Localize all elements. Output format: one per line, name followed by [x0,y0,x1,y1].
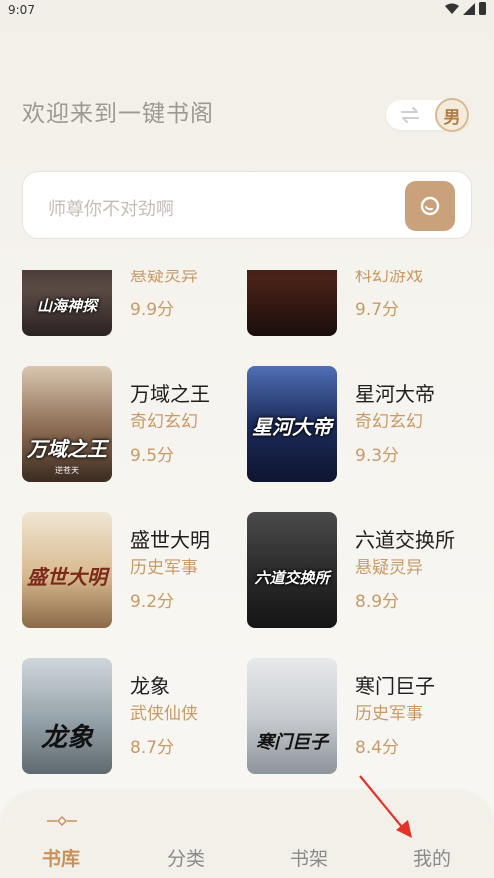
cover-title: 星河大帝 [252,415,332,439]
tab-category[interactable]: 分类 [156,844,216,871]
status-bar: 9:07 [0,0,494,22]
book-score: 8.7分 [130,738,175,758]
annotation-arrow [359,775,412,838]
tab-bookshelf[interactable]: 书架 [279,844,339,871]
book-item[interactable]: 龙象 龙象 武侠仙侠 8.7分 [22,658,252,776]
cover-title: 山海神探 [36,297,97,315]
status-time: 9:07 [8,3,35,17]
signal-icon [463,2,475,15]
gender-toggle[interactable]: 男 [386,98,470,132]
book-cover [247,270,337,336]
cover-title: 龙象 [40,723,93,753]
tab-mine[interactable]: 我的 [402,844,462,871]
search-input[interactable]: 师尊你不对劲啊 [48,195,174,221]
book-cover: 星河大帝 [247,366,337,482]
book-title: 星河大帝 [355,382,435,406]
book-title: 龙象 [130,674,170,698]
book-genre: 悬疑灵异 [355,558,423,578]
book-item[interactable]: 盛世大明 盛世大明 历史军事 9.2分 [22,512,252,630]
book-score: 9.5分 [130,446,175,466]
book-score: 9.7分 [355,300,400,320]
cover-author: 逆苍天 [55,466,79,475]
book-genre: 科幻游戏 [355,270,423,286]
book-cover: 万域之王 逆苍天 [22,366,112,482]
status-icons [445,2,486,15]
book-title: 万域之王 [130,382,210,406]
book-score: 9.9分 [130,300,175,320]
book-score: 9.3分 [355,446,400,466]
book-item[interactable]: 星河大帝 星河大帝 奇幻玄幻 9.3分 [247,366,477,484]
book-title: 盛世大明 [130,528,210,552]
book-genre: 历史军事 [355,704,423,724]
cover-title: 盛世大明 [27,565,107,589]
search-icon [420,196,440,216]
wifi-icon [445,3,459,14]
book-title: 寒门巨子 [355,674,435,698]
tab-bookstore[interactable]: 书库 [31,844,91,871]
book-item[interactable]: 万域之王 逆苍天 万域之王 奇幻玄幻 9.5分 [22,366,252,484]
book-genre: 奇幻玄幻 [130,412,198,432]
book-cover: 寒门巨子 [247,658,337,774]
book-grid: 山海神探 悬疑灵异 9.9分 科幻游戏 9.7分 万域之王 逆苍天 万域之王 奇… [0,270,494,790]
cover-title: 六道交换所 [254,569,330,587]
swap-icon [401,107,419,123]
book-score: 8.4分 [355,738,400,758]
book-genre: 武侠仙侠 [130,704,198,724]
book-item[interactable]: 山海神探 悬疑灵异 9.9分 [22,270,252,338]
book-cover: 盛世大明 [22,512,112,628]
book-cover: 山海神探 [22,270,112,336]
book-score: 8.9分 [355,592,400,612]
book-cover: 龙象 [22,658,112,774]
search-button[interactable] [405,181,455,231]
book-item[interactable]: 科幻游戏 9.7分 [247,270,477,338]
book-item[interactable]: 寒门巨子 寒门巨子 历史军事 8.4分 [247,658,477,776]
book-title: 六道交换所 [355,528,455,552]
welcome-title: 欢迎来到一键书阁 [22,101,214,127]
search-bar[interactable]: 师尊你不对劲啊 [22,171,472,239]
book-cover: 六道交换所 [247,512,337,628]
book-genre: 历史军事 [130,558,198,578]
cover-title: 万域之王 [27,437,107,461]
book-genre: 奇幻玄幻 [355,412,423,432]
gender-label: 男 [435,98,469,132]
cover-title: 寒门巨子 [256,732,328,753]
book-item[interactable]: 六道交换所 六道交换所 悬疑灵异 8.9分 [247,512,477,630]
book-genre: 悬疑灵异 [130,270,198,286]
book-score: 9.2分 [130,592,175,612]
active-tab-indicator [47,816,77,826]
battery-icon [479,2,486,15]
